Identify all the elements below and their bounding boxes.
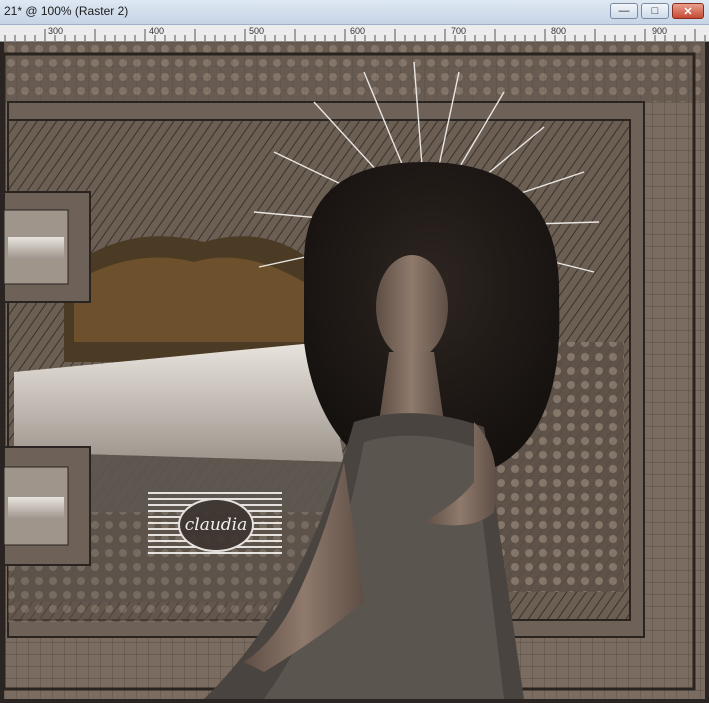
minimize-icon: — — [618, 5, 630, 17]
close-icon: ✕ — [683, 5, 693, 18]
artwork — [4, 42, 705, 699]
ruler-label: 400 — [149, 26, 165, 36]
neck — [379, 352, 444, 422]
minimize-button[interactable]: — — [610, 3, 638, 19]
window-title: 21* @ 100% (Raster 2) — [4, 4, 129, 18]
image-canvas[interactable]: claudia — [4, 42, 705, 699]
window-right-border — [705, 41, 709, 703]
watermark-text: claudia — [184, 515, 248, 535]
title-bar[interactable]: 21* @ 100% (Raster 2) — □ ✕ — [0, 0, 709, 25]
ruler-label: 500 — [249, 26, 265, 36]
close-button[interactable]: ✕ — [672, 3, 704, 19]
ruler-label: 900 — [652, 26, 668, 36]
watermark-badge: claudia — [178, 498, 254, 552]
maximize-icon: □ — [651, 5, 659, 17]
maximize-button[interactable]: □ — [641, 3, 669, 19]
horizontal-ruler: 300 400 500 600 700 800 900 — [0, 25, 709, 42]
artist-watermark: claudia — [148, 492, 282, 554]
ruler-label: 600 — [350, 26, 366, 36]
face — [376, 255, 448, 359]
window-bottom-border — [0, 699, 709, 703]
ruler-label: 300 — [48, 26, 64, 36]
ruler-label: 700 — [451, 26, 467, 36]
ruler-label: 800 — [551, 26, 567, 36]
